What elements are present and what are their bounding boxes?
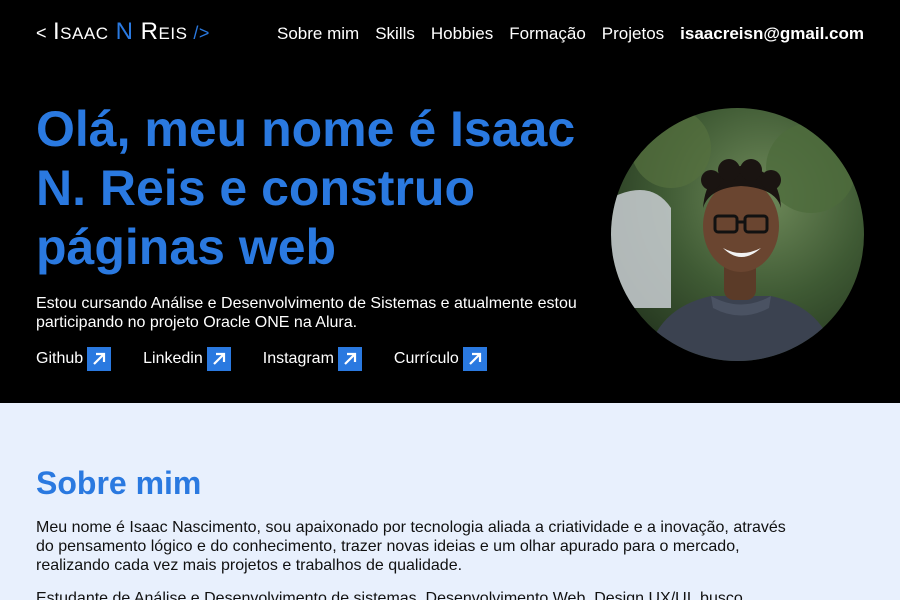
nav-item-formacao[interactable]: Formação <box>509 24 586 44</box>
hero-title: Olá, meu nome é Isaac N. Reis e construo… <box>36 101 576 275</box>
profile-photo <box>611 108 864 361</box>
external-link-icon <box>462 347 487 371</box>
nav-item-skills[interactable]: Skills <box>375 24 415 44</box>
about-section: Sobre mim Meu nome é Isaac Nascimento, s… <box>0 403 900 600</box>
external-link-icon <box>337 347 362 371</box>
email-link[interactable]: isaacreisn@gmail.com <box>680 24 864 44</box>
github-link-label: Github <box>36 350 84 367</box>
logo-middle-initial: N <box>115 18 134 45</box>
hero-intro: Estou cursando Análise e Desenvolvimento… <box>36 295 577 331</box>
about-paragraph-2: Estudante de Análise e Desenvolvimento d… <box>36 590 743 600</box>
curriculo-link[interactable]: Currículo <box>394 347 487 371</box>
instagram-link[interactable]: Instagram <box>263 347 362 371</box>
social-links: Github Linkedin Instagram Currículo <box>36 347 487 371</box>
curriculo-link-label: Currículo <box>393 350 459 367</box>
linkedin-link[interactable]: Linkedin <box>143 347 231 371</box>
logo-first-name: Isaac <box>53 18 109 45</box>
linkedin-link-label: Linkedin <box>143 350 203 367</box>
nav-item-hobbies[interactable]: Hobbies <box>431 24 493 44</box>
logo-close-bracket: /> <box>193 23 210 43</box>
logo-last-name: Reis <box>140 18 188 45</box>
hero-section: < Isaac N Reis /> Sobre mim Skills Hobbi… <box>0 0 900 403</box>
about-title: Sobre mim <box>36 465 202 501</box>
github-link[interactable]: Github <box>36 347 112 371</box>
about-paragraph-1: Meu nome é Isaac Nascimento, sou apaixon… <box>36 519 786 574</box>
logo-open-bracket: < <box>36 23 48 43</box>
instagram-link-label: Instagram <box>262 350 334 367</box>
main-nav: Sobre mim Skills Hobbies Formação Projet… <box>277 24 864 44</box>
nav-item-projetos[interactable]: Projetos <box>602 24 664 44</box>
external-link-icon <box>206 347 231 371</box>
logo-name: Isaac N Reis <box>53 18 187 46</box>
external-link-icon <box>87 347 112 371</box>
nav-item-sobre-mim[interactable]: Sobre mim <box>277 24 359 44</box>
site-logo[interactable]: < Isaac N Reis /> <box>36 18 210 46</box>
